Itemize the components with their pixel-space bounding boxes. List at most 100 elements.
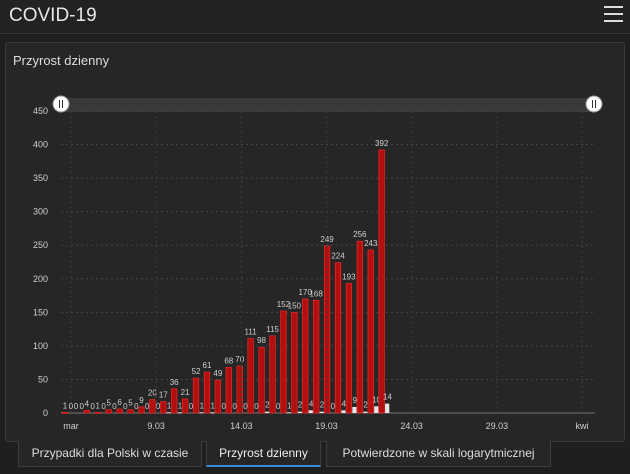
bar-deaths[interactable] [199, 412, 204, 414]
data-label-new-cases: 9 [139, 396, 144, 405]
data-label-new-cases: 61 [203, 361, 212, 370]
y-tick-label: 50 [38, 374, 48, 384]
data-label-new-cases: 17 [159, 391, 168, 400]
range-handle-left[interactable] [52, 95, 70, 113]
bar-new-cases[interactable] [116, 408, 123, 414]
x-tick-label: 9.03 [147, 421, 165, 431]
bar-new-cases[interactable] [323, 245, 331, 414]
bar-new-cases[interactable] [225, 367, 232, 414]
y-tick-label: 100 [33, 341, 48, 351]
data-label-new-cases: 168 [309, 289, 323, 298]
top-bar: COVID-19 [0, 0, 630, 34]
bar-deaths[interactable] [374, 406, 379, 413]
bar-new-cases[interactable] [280, 310, 287, 414]
data-label-deaths: 14 [383, 393, 392, 402]
x-tick-label: mar [63, 421, 79, 431]
bar-new-cases[interactable] [149, 399, 156, 414]
bar-new-cases[interactable] [258, 346, 265, 414]
data-label-new-cases: 98 [257, 336, 266, 345]
bar-new-cases[interactable] [313, 299, 320, 414]
bar-deaths[interactable] [385, 403, 390, 413]
x-tick-label: 29.03 [486, 421, 509, 431]
bar-new-cases[interactable] [236, 365, 243, 414]
bar-new-cases[interactable] [192, 377, 200, 414]
data-label-new-cases: 243 [364, 239, 378, 248]
bar-new-cases[interactable] [356, 240, 363, 414]
data-label-new-cases: 115 [266, 325, 279, 334]
tab-cases-poland-over-time[interactable]: Przypadki dla Polski w czasie [18, 441, 202, 467]
bar-new-cases[interactable] [214, 379, 221, 414]
bar-deaths[interactable] [308, 410, 313, 413]
data-label-new-cases: 150 [288, 301, 302, 310]
bar-new-cases[interactable] [378, 149, 385, 414]
range-handle-right[interactable] [585, 95, 603, 113]
bar-new-cases[interactable] [247, 338, 254, 414]
bar-new-cases[interactable] [291, 312, 298, 414]
data-label-new-cases: 6 [117, 398, 122, 407]
bar-deaths[interactable] [297, 411, 302, 413]
y-tick-label: 400 [33, 140, 48, 150]
data-label-new-cases: 5 [128, 399, 133, 408]
bar-new-cases[interactable] [127, 409, 134, 414]
y-tick-label: 0 [43, 408, 48, 418]
bar-deaths[interactable] [341, 410, 346, 413]
bar-new-cases[interactable] [345, 283, 353, 414]
data-label-new-cases: 68 [224, 356, 233, 365]
y-tick-label: 250 [33, 240, 48, 250]
y-tick-label: 200 [33, 274, 48, 284]
bar-deaths[interactable] [177, 412, 182, 414]
bar-new-cases[interactable] [61, 412, 69, 414]
tab-daily-increase[interactable]: Przyrost dzienny [206, 441, 321, 467]
bar-deaths[interactable] [363, 411, 368, 413]
bar-new-cases[interactable] [171, 388, 178, 414]
data-label-new-cases: 193 [342, 272, 356, 281]
data-label-new-cases: 5 [106, 399, 111, 408]
bar-new-cases[interactable] [182, 398, 189, 414]
bar-new-cases[interactable] [302, 298, 309, 414]
x-tick-label: 24.03 [400, 421, 423, 431]
y-tick-label: 150 [33, 307, 48, 317]
data-label-new-cases: 4 [85, 399, 90, 408]
data-label-new-cases: 21 [181, 388, 190, 397]
data-label-new-cases: 392 [375, 139, 389, 148]
tab-log-scale-confirmed[interactable]: Potwierdzone w skali logarytmicznej [326, 441, 551, 467]
data-label-new-cases: 52 [192, 367, 201, 376]
bar-new-cases[interactable] [138, 406, 145, 414]
tab-bar: Przypadki dla Polski w czasie Przyrost d… [0, 441, 630, 474]
data-label-new-cases: 1 [63, 401, 68, 410]
data-label-new-cases: 111 [245, 328, 258, 337]
daily-increase-chart: 0501001502002503003504004501000401050605… [33, 95, 603, 431]
x-tick-label: 14.03 [230, 421, 253, 431]
bar-new-cases[interactable] [83, 410, 90, 414]
data-label-new-cases: 249 [320, 235, 334, 244]
bar-new-cases[interactable] [160, 401, 167, 414]
bar-new-cases[interactable] [269, 335, 276, 414]
y-tick-label: 450 [33, 106, 48, 116]
app-title: COVID-19 [9, 5, 97, 26]
bar-deaths[interactable] [166, 412, 171, 414]
bar-new-cases[interactable] [367, 249, 374, 414]
y-tick-label: 300 [33, 207, 48, 217]
data-label-new-cases: 36 [170, 378, 179, 387]
data-label-new-cases: 224 [331, 252, 345, 261]
bar-deaths[interactable] [264, 411, 270, 413]
data-label-new-cases: 49 [213, 369, 222, 378]
data-label-new-cases: 256 [353, 230, 367, 239]
x-tick-label: 19.03 [315, 421, 338, 431]
data-label-new-cases: 0 [74, 402, 79, 411]
range-slider-track[interactable] [61, 98, 595, 112]
data-label-new-cases: 70 [235, 355, 244, 364]
x-tick-label: kwi [576, 421, 589, 431]
hamburger-menu-icon[interactable] [604, 6, 623, 23]
bar-deaths[interactable] [286, 412, 291, 414]
y-tick-label: 350 [33, 173, 48, 183]
bar-new-cases[interactable] [105, 409, 112, 414]
bar-new-cases[interactable] [334, 262, 342, 414]
bar-deaths[interactable] [319, 411, 324, 413]
bar-new-cases[interactable] [203, 371, 211, 414]
bar-deaths[interactable] [352, 406, 357, 413]
bar-new-cases[interactable] [94, 412, 101, 414]
chart-panel: Przyrost dzienny 0 50 100 150 200 250 300 350 40… [5, 42, 625, 442]
data-label-new-cases: 1 [96, 401, 101, 410]
bar-deaths[interactable] [210, 412, 215, 414]
